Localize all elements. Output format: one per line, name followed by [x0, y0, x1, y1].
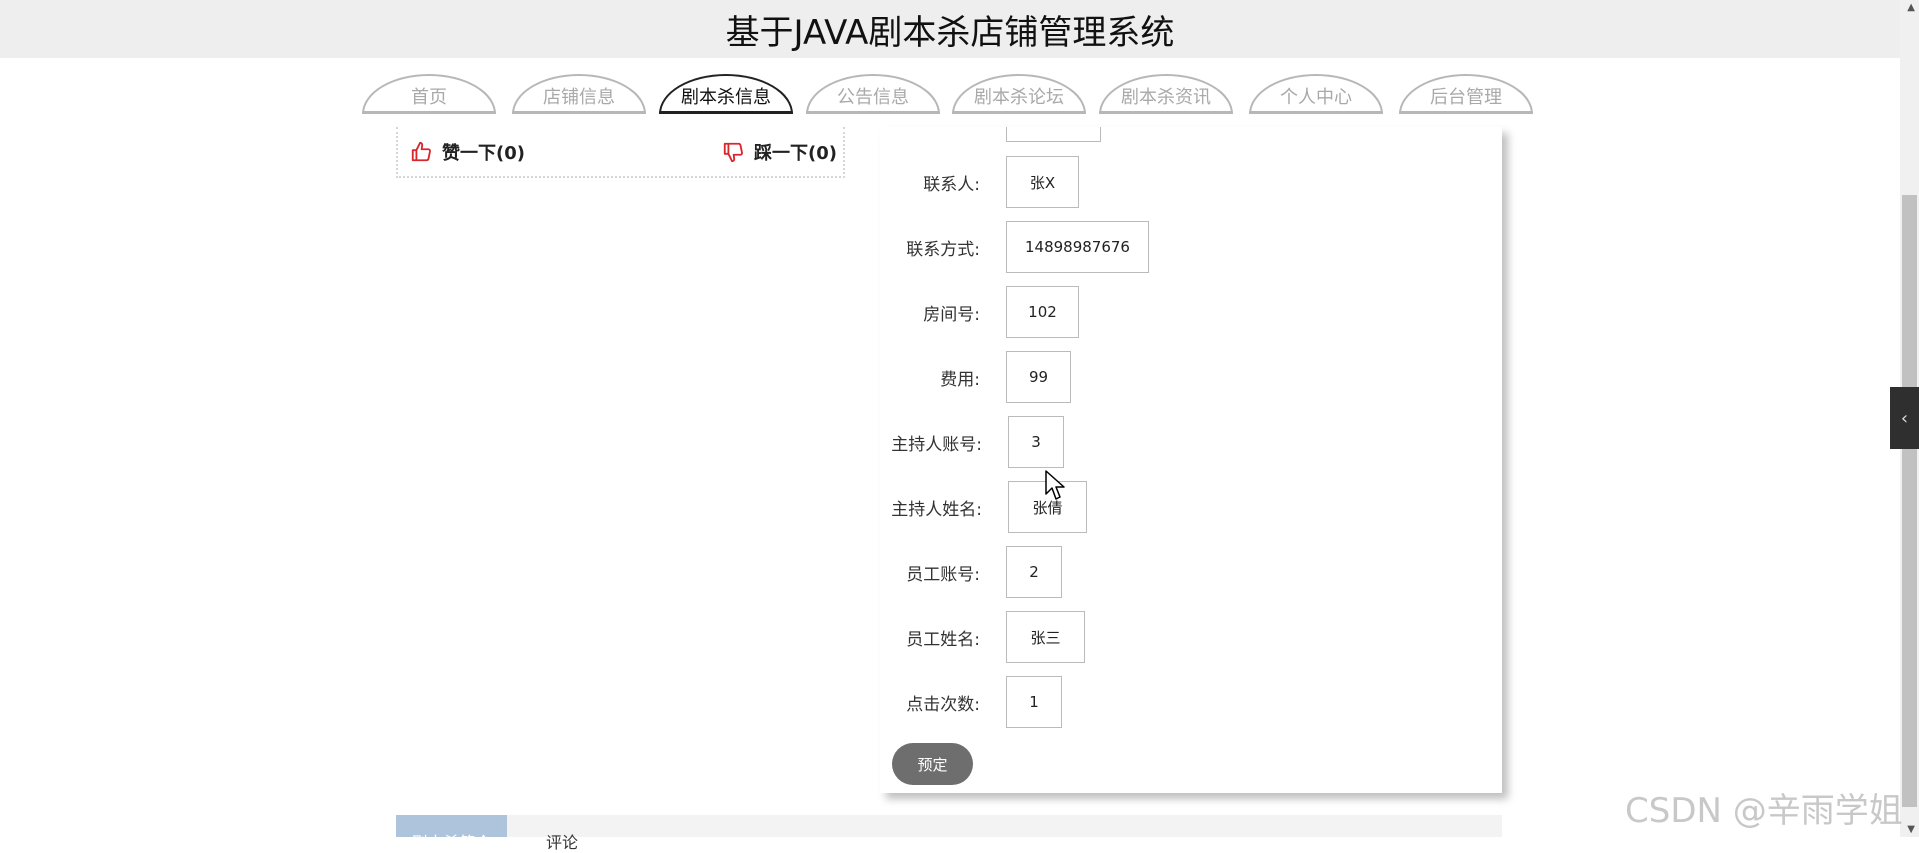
nav-tab-label: 首页	[411, 86, 447, 108]
field-value: 99	[1006, 351, 1071, 403]
main-nav: 首页 店铺信息 剧本杀信息 公告信息 剧本杀论坛 剧本杀资讯 个人中心 后台管理	[362, 74, 1534, 116]
field-label: 费用:	[940, 370, 980, 390]
nav-tab-label: 剧本杀信息	[681, 86, 771, 108]
field-label: 员工姓名:	[906, 630, 980, 650]
dislike-button[interactable]: 踩一下(0)	[722, 139, 837, 165]
scrollbar-thumb[interactable]	[1902, 195, 1917, 807]
nav-tab-home[interactable]: 首页	[362, 74, 496, 114]
dislike-label: 踩一下(0)	[754, 143, 837, 164]
side-panel-toggle[interactable]: ‹	[1890, 387, 1919, 449]
nav-tab-label: 公告信息	[837, 86, 909, 108]
app-title: 基于JAVA剧本杀店铺管理系统	[725, 12, 1175, 53]
field-value: 张三	[1006, 611, 1085, 663]
field-fee: 费用: 99	[880, 351, 1502, 403]
nav-tab-shop-info[interactable]: 店铺信息	[512, 74, 646, 114]
thumbs-down-icon	[723, 142, 743, 163]
nav-tab-admin[interactable]: 后台管理	[1399, 74, 1533, 114]
nav-tab-personal-center[interactable]: 个人中心	[1249, 74, 1383, 114]
field-label: 员工账号:	[906, 565, 980, 585]
field-label: 主持人账号:	[891, 435, 982, 455]
field-value: 张X	[1006, 156, 1079, 208]
tab-script-intro[interactable]: 剧本杀简介	[396, 815, 507, 852]
nav-tab-script-info[interactable]: 剧本杀信息	[659, 74, 793, 114]
field-label: 房间号:	[923, 305, 980, 325]
field-host-name: 主持人姓名: 张倩	[880, 481, 1502, 533]
app-header: 基于JAVA剧本杀店铺管理系统	[0, 0, 1900, 58]
nav-tab-label: 个人中心	[1280, 86, 1352, 108]
field-phone: 联系方式: 14898987676	[880, 221, 1502, 273]
nav-tab-news[interactable]: 剧本杀资讯	[1099, 74, 1233, 114]
nav-tab-announcements[interactable]: 公告信息	[806, 74, 940, 114]
scroll-up-arrow-icon[interactable]: ▲	[1907, 2, 1915, 13]
nav-tab-label: 剧本杀论坛	[974, 86, 1064, 108]
script-detail-card: 联系人: 张X 联系方式: 14898987676 房间号: 102 费用: 9…	[880, 127, 1502, 793]
field-click-count: 点击次数: 1	[880, 676, 1502, 728]
field-label: 联系人:	[923, 175, 980, 195]
field-label: 主持人姓名:	[891, 500, 982, 520]
like-button[interactable]: 赞一下(0)	[410, 139, 525, 165]
field-contact: 联系人: 张X	[880, 156, 1502, 208]
nav-tab-label: 店铺信息	[543, 86, 615, 108]
field-value: 14898987676	[1006, 221, 1149, 273]
like-label: 赞一下(0)	[442, 143, 525, 164]
field-value: 3	[1008, 416, 1064, 468]
nav-tab-label: 剧本杀资讯	[1121, 86, 1211, 108]
field-value: 102	[1006, 286, 1079, 338]
field-host-account: 主持人账号: 3	[880, 416, 1502, 468]
field-label: 联系方式:	[906, 240, 980, 260]
mouse-cursor-icon	[1045, 470, 1065, 500]
book-button[interactable]: 预定	[892, 743, 973, 785]
thumbs-up-icon	[411, 141, 431, 162]
field-label: 点击次数:	[906, 695, 980, 715]
nav-tab-forum[interactable]: 剧本杀论坛	[952, 74, 1086, 114]
vote-panel: 赞一下(0) 踩一下(0)	[396, 127, 845, 178]
watermark: CSDN @辛雨学姐	[1625, 791, 1903, 831]
tab-comments[interactable]: 评论	[507, 815, 617, 852]
field-staff-name: 员工姓名: 张三	[880, 611, 1502, 663]
chevron-left-icon: ‹	[1900, 407, 1909, 429]
previous-field-box	[1006, 127, 1101, 142]
scroll-down-arrow-icon[interactable]: ▼	[1907, 824, 1915, 835]
field-staff-account: 员工账号: 2	[880, 546, 1502, 598]
field-value: 1	[1006, 676, 1062, 728]
field-value: 2	[1006, 546, 1062, 598]
nav-tab-label: 后台管理	[1430, 86, 1502, 108]
field-room: 房间号: 102	[880, 286, 1502, 338]
bottom-tab-bar: 剧本杀简介 评论	[396, 815, 1502, 852]
